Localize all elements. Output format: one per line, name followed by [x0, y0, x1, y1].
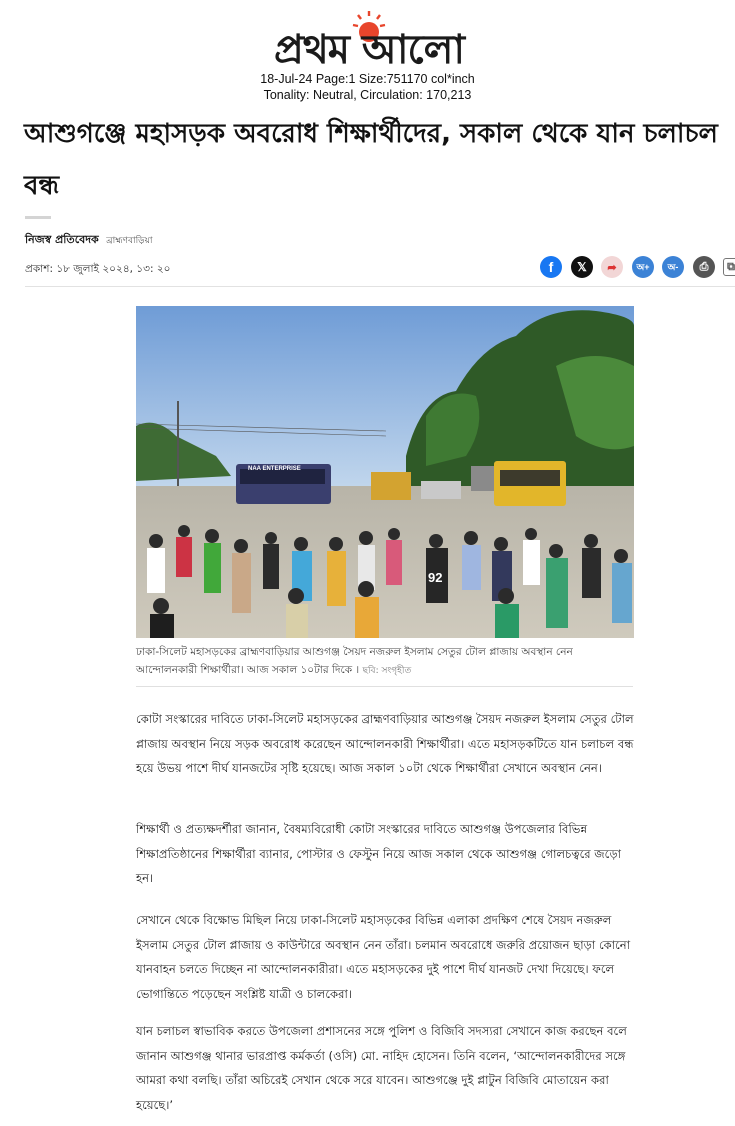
masthead: প্রথম আলো 18-Jul-24 Page:1 Size:751170 c… — [0, 0, 735, 104]
article-headline: আশুগঞ্জে মহাসড়ক অবরোধ শিক্ষার্থীদের, সক… — [24, 119, 718, 201]
copy-link-icon[interactable]: ⧉ — [723, 258, 735, 276]
publish-date: প্রকাশ: ১৮ জুলাই ২০২৪, ১৩: ২০ — [25, 263, 171, 275]
article-paragraph: যান চলাচল স্বাভাবিক করতে উপজেলা প্রশাসনে… — [136, 1024, 627, 1112]
clip-meta-line: 18-Jul-24 Page:1 Size:751170 col*inch — [260, 72, 475, 86]
article-paragraph: শিক্ষার্থী ও প্রত্যক্ষদর্শীরা জানান, বৈষ… — [136, 822, 621, 885]
clip-tonality-line: Tonality: Neutral, Circulation: 170,213 — [263, 88, 472, 102]
print-icon[interactable]: ⎙ — [693, 256, 715, 278]
byline-divider — [25, 216, 51, 219]
article-photo: NAA ENTERPRISE 92 — [136, 306, 634, 638]
bus-sign: NAA ENTERPRISE — [248, 466, 301, 472]
prothom-alo-logo[interactable]: প্রথম আলো — [232, 4, 506, 73]
header-divider — [25, 286, 735, 287]
caption-text: ঢাকা-সিলেট মহাসড়কের ব্রাহ্মণবাড়িয়ার আ… — [136, 646, 573, 676]
article-paragraph: কোটা সংস্কারের দাবিতে ঢাকা-সিলেট মহাসড়ক… — [136, 712, 634, 775]
byline: নিজস্ব প্রতিবেদক ব্রাহ্মণবাড়িয়া — [25, 231, 153, 250]
font-increase-icon[interactable]: অ+ — [632, 256, 654, 278]
author-name[interactable]: নিজস্ব প্রতিবেদক — [25, 233, 99, 246]
photo-credit: ছবি: সংগৃহীত — [362, 666, 412, 676]
x-share-icon[interactable]: 𝕏 — [571, 256, 593, 278]
share-icon[interactable]: ➦ — [601, 256, 623, 278]
photo-caption: ঢাকা-সিলেট মহাসড়কের ব্রাহ্মণবাড়িয়ার আ… — [136, 643, 636, 680]
font-decrease-icon[interactable]: অ- — [662, 256, 684, 278]
jersey-number: 92 — [428, 570, 442, 585]
facebook-share-icon[interactable]: f — [540, 256, 562, 278]
author-location: ব্রাহ্মণবাড়িয়া — [106, 236, 153, 246]
caption-divider — [136, 686, 633, 687]
article-paragraph: সেখানে থেকে বিক্ষোভ মিছিল নিয়ে ঢাকা-সিল… — [136, 913, 631, 1001]
protest-highway-photo: NAA ENTERPRISE 92 — [136, 306, 634, 638]
